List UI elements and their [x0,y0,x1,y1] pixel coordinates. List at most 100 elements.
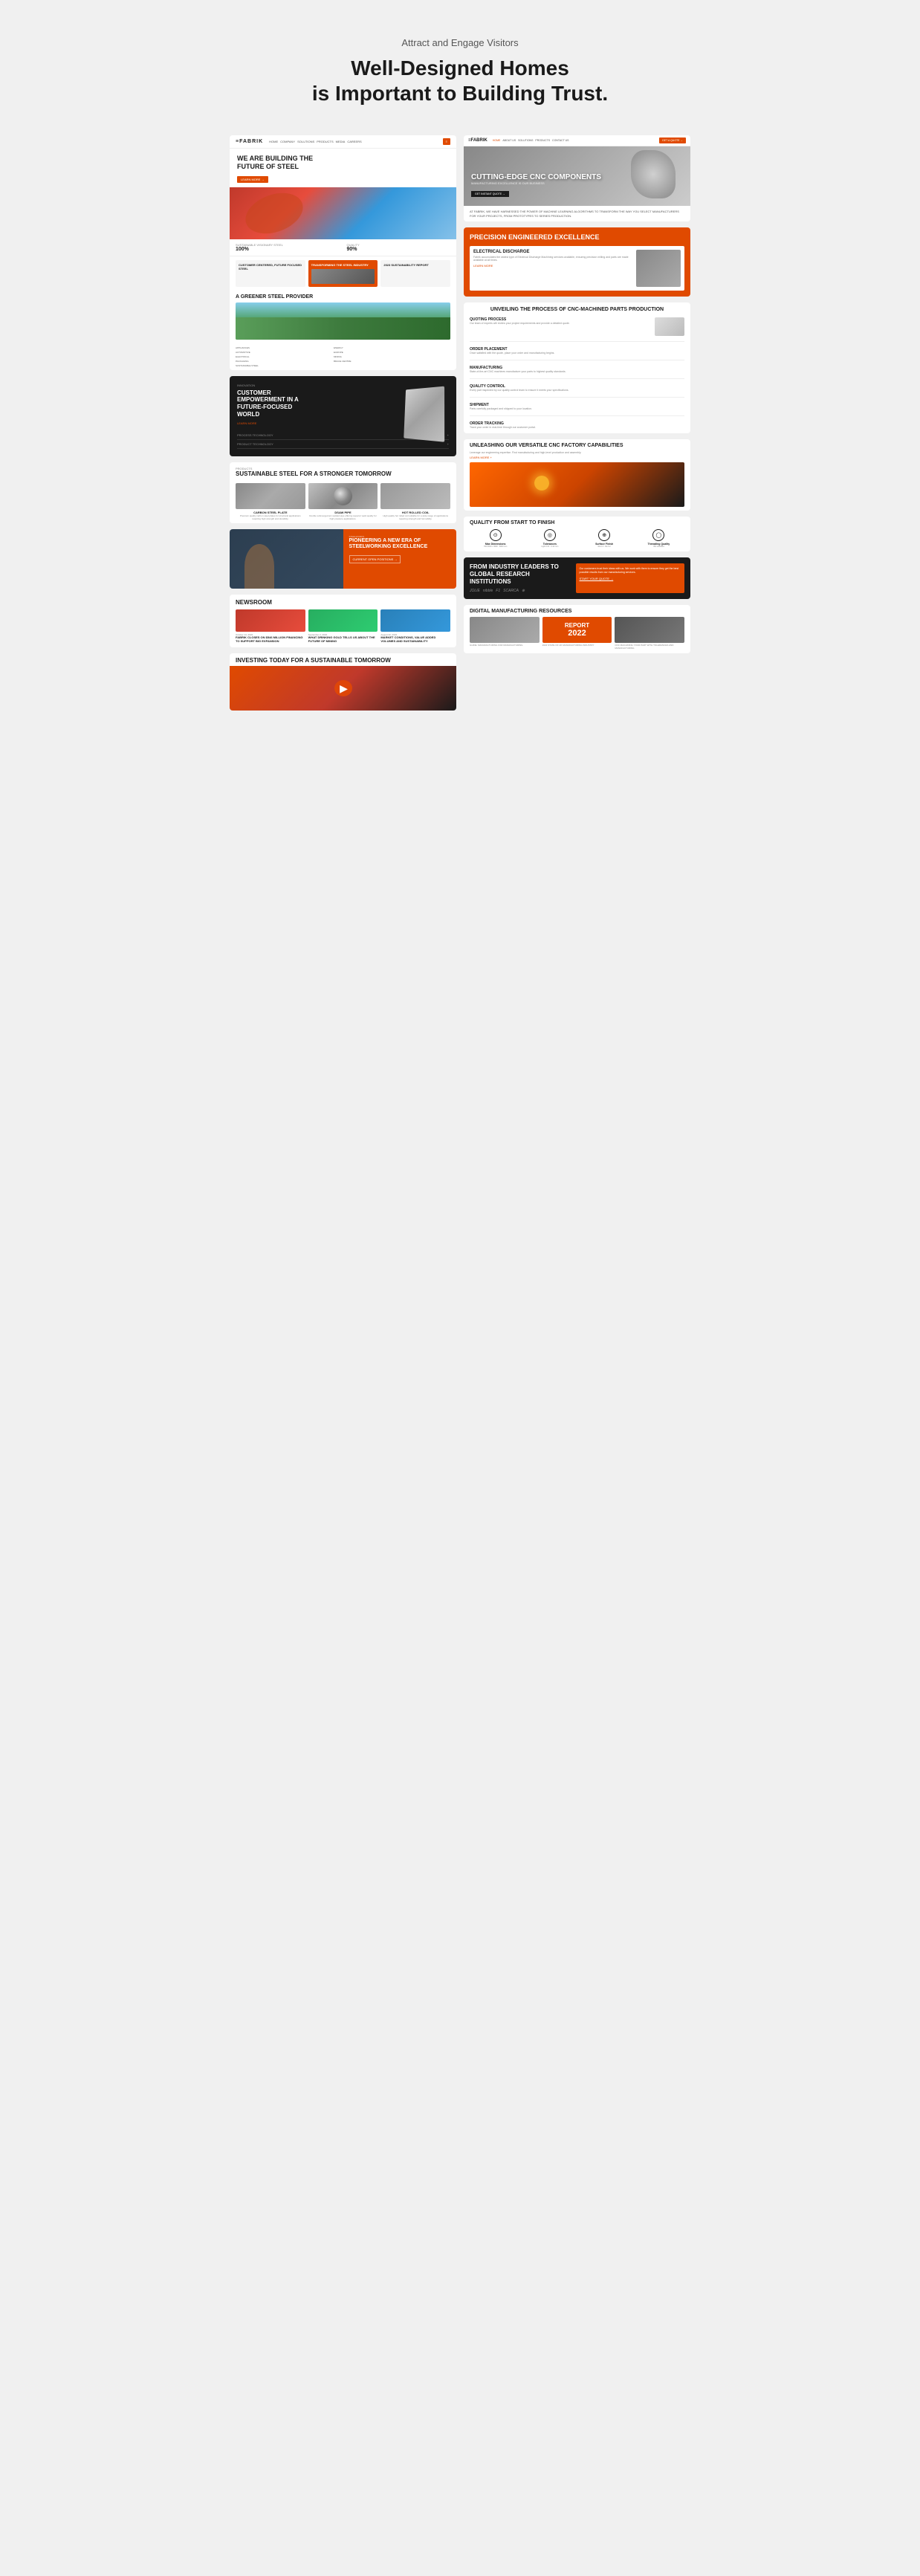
resource-image-2: REPORT 2022 [542,617,612,643]
precision-learn-more[interactable]: LEARN MORE [473,264,632,268]
products-row: CARBON STEEL PLATE Premium quality carbo… [230,480,456,523]
industry-content: FROM INDUSTRY LEADERS TO GLOBAL RESEARCH… [470,563,571,593]
news-item-2: September 2, 2022 WHAT DRINKING GOLD TEL… [308,609,378,644]
banner-content: STEELWORKS PIONEERING A NEW ERA OF STEEL… [343,529,457,589]
industry-right-panel: Our customers trust their ideas with us.… [576,563,685,593]
header-title: Well-Designed Homes is Important to Buil… [244,56,676,106]
card-quality: QUALITY FROM START TO FINISH ⊙ Max Dimen… [464,517,690,551]
factory-title: UNLEASHING OUR VERSATILE CNC FACTORY CAP… [470,443,684,449]
hero-image [230,187,456,239]
process-step-quoting: QUOTING PROCESS Our team of experts will… [470,317,684,336]
quality-feature-surface: ⊕ Surface Finish Ra 0.4 - Ra 3.2 [579,529,630,548]
card-customer-empowerment: INNOVATION CUSTOMER EMPOWERMENT IN A FUT… [230,376,456,456]
nav-careers: CAREERS [347,140,361,143]
process-divider-5 [470,415,684,416]
sustainable-header: PRODUCTS SUSTAINABLE STEEL FOR A STRONGE… [230,462,456,480]
block-customer: CUSTOMER CENTERED, FUTURE FOCUSED STEEL [236,260,305,287]
screenshots-grid: ≡FABRIK HOME COMPANY SOLUTIONS PRODUCTS … [230,135,690,711]
page-wrapper: Attract and Engage Visitors Well-Designe… [230,15,690,711]
hero-title: WE ARE BUILDING THE FUTURE OF STEEL [237,155,326,171]
process-divider-3 [470,378,684,379]
hero-learn-more[interactable]: LEARN MORE → [237,176,268,183]
cat-europe: EUROPE [334,351,430,354]
logo-nibble: nibble [483,589,493,593]
quality-feature-tolerances: ◎ Tolerances Light 0.01 - 0.02 mm [524,529,575,548]
product-hot-rolled: HOT ROLLED COIL High quality hot rolled … [380,483,450,520]
cnc-nav-contact: CONTACT US [552,139,568,142]
card-newsroom: NEWSROOM October 14, 2022 FABRIK CLOSES … [230,595,456,648]
process-step-order: ORDER PLACEMENT Once satisfied with the … [470,347,684,355]
product-img-carbon [236,483,305,509]
resource-3: CNC MACHINING YOUR PART WITH TOLERANCES … [615,617,684,650]
cnc-instant-quote-button[interactable]: GET INSTANT QUOTE → [471,191,509,197]
industry-logos: JOLIE nibble F1 SCARCA ⊕ [470,589,571,593]
news-image-2 [308,609,378,632]
digital-resources-grid: GUIDE: MANUFACTURING FOR MANUFACTURING R… [470,617,684,650]
industry-layout: FROM INDUSTRY LEADERS TO GLOBAL RESEARCH… [470,563,684,593]
process-img-1 [655,317,684,336]
cat-sustainable: SUSTAINABLE STEEL [236,364,332,367]
content-blocks: CUSTOMER CENTERED, FUTURE FOCUSED STEEL … [230,256,456,291]
precision-title: PRECISION ENGINEERED EXCELLENCE [470,233,684,242]
news-item-3: August 22, 2022 MARKET CONDITIONS, VALUE… [380,609,450,644]
nav-home: HOME [269,140,278,143]
nav-bar: ≡FABRIK HOME COMPANY SOLUTIONS PRODUCTS … [230,135,456,149]
product-img-pipe [308,483,378,509]
nav-media: MEDIA [336,140,346,143]
card-investing: INVESTING TODAY FOR A SUSTAINABLE TOMORR… [230,653,456,711]
block-sustainability: 2023 SUSTAINABILITY REPORT [380,260,450,287]
banner-cta-button[interactable]: CURRENT OPEN POSITIONS → [349,555,401,563]
site-logo: ≡FABRIK [236,139,263,144]
nav-cta-button[interactable]: ≡ [443,138,450,145]
nav-links: HOME COMPANY SOLUTIONS PRODUCTS MEDIA CA… [269,140,362,143]
precision-card: ELECTRICAL DISCHARGE Fabrik accumulates … [470,246,684,291]
cnc-body-text: AT FABRIK, WE HAVE HARNESSED THE POWER O… [470,210,684,218]
threading-icon: ◯ [652,529,664,541]
cnc-logo: ≡FABRIK [468,138,487,143]
industry-title: FROM INDUSTRY LEADERS TO GLOBAL RESEARCH… [470,563,571,585]
resource-image-1 [470,617,540,643]
cnc-get-quote-button[interactable]: GET A QUOTE → [659,137,686,143]
card-orange-banner: STEELWORKS PIONEERING A NEW ERA OF STEEL… [230,529,456,589]
factory-subtitle: Leverage our engineering expertise. Find… [470,451,684,454]
cat-appliances: APPLIANCES [236,346,332,349]
logo-scarca: SCARCA [503,589,519,593]
card-steel-hero: ≡FABRIK HOME COMPANY SOLUTIONS PRODUCTS … [230,135,456,370]
steel-shape-decoration [397,384,449,443]
newsroom-title: NEWSROOM [236,599,450,606]
dark-title: CUSTOMER EMPOWERMENT IN A FUTURE-FOCUSED… [237,389,311,418]
block-image [311,269,375,284]
precision-image [636,250,681,287]
news-image-1 [236,609,305,632]
cnc-hero-title: CUTTING-EDGE CNC COMPONENTS [471,173,601,181]
stat-2: QUALITY 90% [347,243,451,252]
cnc-body: AT FABRIK, WE HAVE HARNESSED THE POWER O… [464,206,690,221]
investing-image [230,666,456,711]
cnc-hero-overlay: CUTTING-EDGE CNC COMPONENTS MANUFACTURIN… [471,173,601,198]
cnc-hero-subtitle: MANUFACTURING EXCELLENCE IS OUR BUSINESS [471,181,601,185]
cnc-nav-home: HOME [493,139,501,142]
greener-image [236,302,450,340]
resource-2: REPORT 2022 2022 STATE OF UK MANUFACTURI… [542,617,612,650]
product-img-rolled [380,483,450,509]
process-step-shipment: SHIPMENT Parts carefully packaged and sh… [470,403,684,410]
process-divider [470,341,684,342]
quality-features: ⊙ Max Dimensions 700-3000 x 3600 - 6000 … [470,529,684,548]
cnc-nav: ≡FABRIK HOME ABOUT US SOLUTIONS PRODUCTS… [464,135,690,146]
news-item-1: October 14, 2022 FABRIK CLOSES ON $546 M… [236,609,305,644]
precision-card-title: ELECTRICAL DISCHARGE [473,250,632,254]
industry-start-quote[interactable]: START YOUR QUOTE → [580,577,681,580]
industry-right-text: Our customers trust their ideas with us.… [580,567,681,575]
factory-learn-more[interactable]: LEARN MORE + [470,456,684,459]
card-sustainable-steel: PRODUCTS SUSTAINABLE STEEL FOR A STRONGE… [230,462,456,523]
precision-content: ELECTRICAL DISCHARGE Fabrik accumulates … [473,250,632,287]
product-carbon-steel: CARBON STEEL PLATE Premium quality carbo… [236,483,305,520]
cnc-nav-about: ABOUT US [502,139,516,142]
cat-brace: BRACE CENTRE [334,360,430,363]
hero-text-section: WE ARE BUILDING THE FUTURE OF STEEL LEAR… [230,149,456,187]
header-subtitle: Attract and Engage Visitors [244,37,676,48]
worker-photo [230,529,343,589]
categories-row: APPLIANCES ENERGY AUTOMOTIVE EUROPE ELEC… [230,343,456,370]
report-year: 2022 [568,629,586,638]
banner-worker-image [230,529,343,589]
